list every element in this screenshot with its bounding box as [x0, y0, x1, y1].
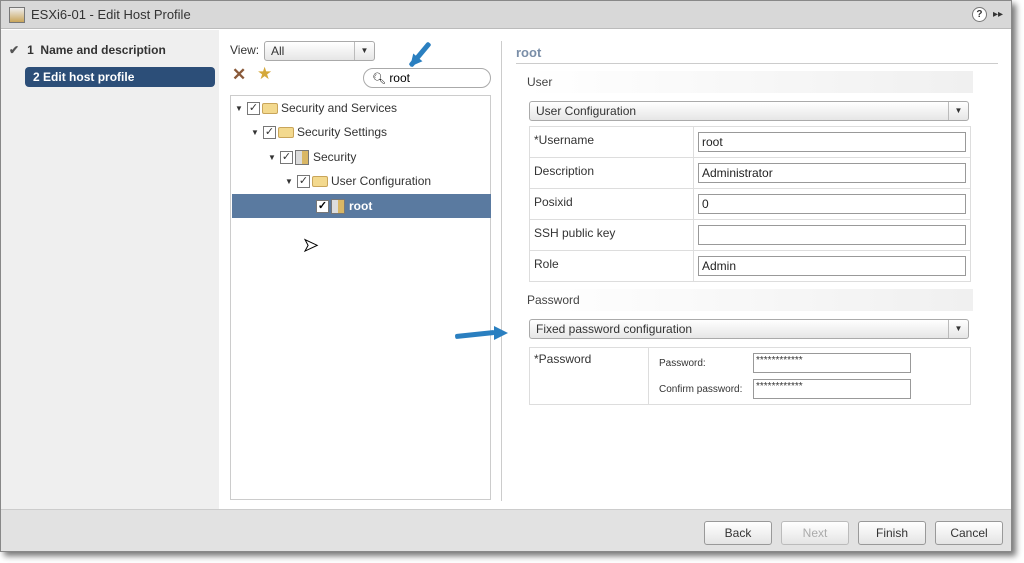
checkbox[interactable]: ✓ — [247, 101, 260, 115]
checkbox[interactable]: ✓ — [316, 199, 329, 213]
view-dropdown[interactable]: All ▼ — [264, 41, 375, 61]
host-profile-icon — [295, 149, 309, 165]
tree-node-selected[interactable]: ✓ root — [232, 194, 491, 218]
table-row: Role Admin — [529, 250, 971, 282]
username-field[interactable]: root — [698, 132, 966, 152]
password-section-header: Password — [527, 289, 973, 311]
close-icon[interactable]: ✕ — [232, 65, 246, 85]
password-config-dropdown[interactable]: Fixed password configuration ▼ — [529, 319, 969, 339]
role-field[interactable]: Admin — [698, 256, 966, 276]
button-bar: Back Next Finish Cancel — [1, 509, 1011, 551]
checkbox[interactable]: ✓ — [297, 174, 310, 188]
tree-node[interactable]: ▼ ✓ User Configuration — [285, 169, 431, 193]
folder-icon — [278, 126, 294, 138]
next-button[interactable]: Next — [781, 521, 849, 545]
finish-button[interactable]: Finish — [858, 521, 926, 545]
profile-tree: ▼ ✓ Security and Services ▼ ✓ Security Setti… — [230, 95, 491, 500]
chevron-down-icon: ▼ — [354, 42, 374, 60]
user-config-dropdown[interactable]: User Configuration ▼ — [529, 101, 969, 121]
mouse-cursor-icon: ➤ — [302, 235, 319, 256]
folder-icon — [262, 102, 278, 114]
table-row: Posixid 0 — [529, 188, 971, 220]
expand-arrow-icon[interactable]: ▼ — [235, 104, 247, 113]
search-input[interactable]: 🔍︎ root — [363, 68, 491, 88]
chevron-down-icon: ▼ — [948, 320, 968, 338]
tree-node[interactable]: ▼ ✓ Security Settings — [251, 120, 387, 144]
table-row: SSH public key — [529, 219, 971, 251]
tree-node[interactable]: ▼ ✓ Security and Services — [235, 96, 397, 120]
checkbox[interactable]: ✓ — [263, 125, 276, 139]
edit-host-profile-dialog: ESXi6-01 - Edit Host Profile ? ▸▸ ✔ 1 Nam… — [0, 0, 1012, 552]
star-icon[interactable]: ★ — [257, 64, 272, 84]
password-box: *Password Password: ************ Confirm… — [529, 347, 971, 405]
posixid-field[interactable]: 0 — [698, 194, 966, 214]
ssh-public-key-field[interactable] — [698, 225, 966, 245]
expand-arrow-icon[interactable]: ▼ — [285, 177, 297, 186]
folder-icon — [312, 175, 328, 187]
expand-arrow-icon[interactable]: ▼ — [268, 153, 280, 162]
window-title: ESXi6-01 - Edit Host Profile — [31, 7, 191, 22]
step-edit-host-profile[interactable]: 2 Edit host profile — [25, 67, 215, 87]
host-profile-icon — [331, 198, 345, 214]
expand-icon[interactable]: ▸▸ — [993, 9, 1003, 20]
tree-node[interactable]: ▼ ✓ Security — [268, 145, 356, 169]
table-row: *Username root — [529, 126, 971, 158]
annotation-arrowhead — [494, 326, 508, 340]
user-properties-table: *Username root Description Administrator P… — [529, 126, 971, 282]
help-icon[interactable]: ? — [971, 7, 987, 22]
view-label: View: — [230, 43, 260, 57]
expand-arrow-icon[interactable]: ▼ — [251, 128, 263, 137]
chevron-down-icon: ▼ — [948, 102, 968, 120]
checkmark-icon: ✔ — [9, 43, 20, 57]
cancel-button[interactable]: Cancel — [935, 521, 1003, 545]
title-bar: ESXi6-01 - Edit Host Profile ? ▸▸ — [1, 1, 1011, 29]
checkbox[interactable]: ✓ — [280, 150, 293, 164]
step-name-and-description[interactable]: ✔ 1 Name and description — [9, 43, 166, 57]
back-button[interactable]: Back — [704, 521, 772, 545]
search-icon: 🔍︎ — [372, 73, 386, 85]
confirm-password-input[interactable]: ************ — [753, 379, 911, 399]
description-field[interactable]: Administrator — [698, 163, 966, 183]
table-row: Description Administrator — [529, 157, 971, 189]
divider — [516, 63, 998, 64]
user-section-header: User — [527, 71, 973, 93]
password-input[interactable]: ************ — [753, 353, 911, 373]
wizard-steps: ✔ 1 Name and description 2 Edit host prof… — [1, 30, 219, 509]
detail-title: root — [516, 45, 542, 60]
host-profile-icon — [9, 6, 25, 23]
pane-splitter[interactable] — [501, 41, 502, 501]
